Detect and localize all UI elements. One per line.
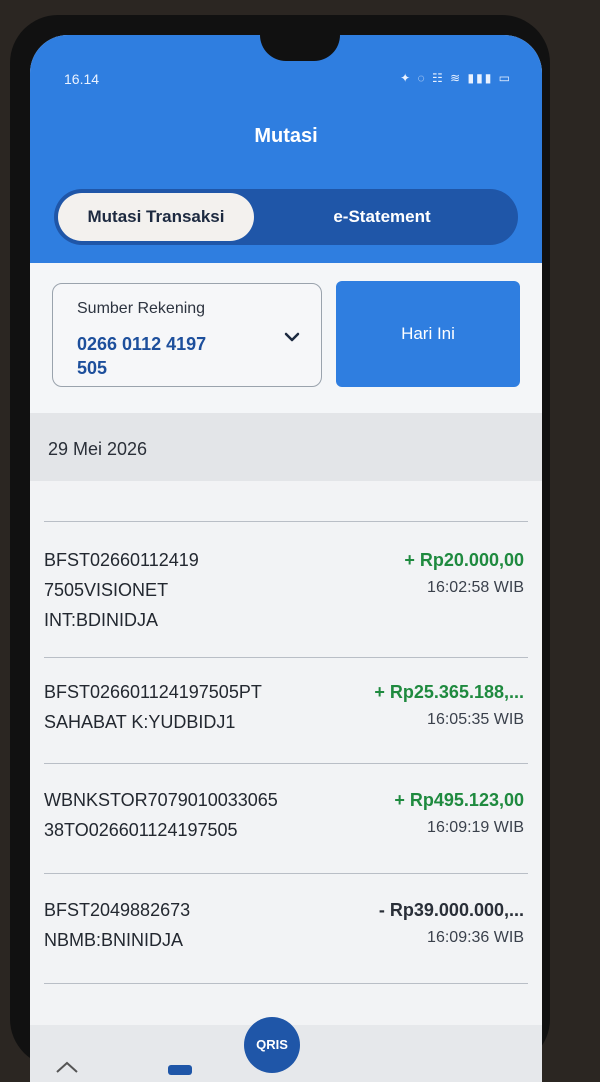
transaction-amount: + Rp495.123,00 [394, 790, 524, 810]
transaction-description: BFST02660112419 7505VISIONET INT:BDINIDJ… [44, 550, 199, 630]
app-screen: 16.14 ✦ ◌ ☷ ≋ ▮▮▮ ▭ Mutasi Mutasi Transa… [30, 35, 542, 1082]
transaction-time: 16:02:58 WIB [427, 579, 524, 596]
transaction-list: BFST02660112419 7505VISIONET INT:BDINIDJ… [30, 481, 542, 1041]
tab-mutasi-transaksi[interactable]: Mutasi Transaksi [58, 193, 254, 241]
divider [44, 657, 528, 658]
account-label: Sumber Rekening [77, 300, 206, 317]
transaction-description: BFST2049882673 NBMB:BNINIDJA [44, 900, 191, 950]
app-header: 16.14 ✦ ◌ ☷ ≋ ▮▮▮ ▭ Mutasi Mutasi Transa… [30, 35, 542, 263]
date-label: 29 Mei 2026 [48, 439, 148, 459]
phone-frame: 16.14 ✦ ◌ ☷ ≋ ▮▮▮ ▭ Mutasi Mutasi Transa… [10, 15, 550, 1082]
tab-e-statement[interactable]: e-Statement [282, 193, 482, 241]
date-header: 29 Mei 2026 [30, 413, 542, 481]
filter-section: Sumber Rekening 0266 0112 4197 505 Hari … [30, 263, 542, 413]
status-time: 16.14 [64, 71, 100, 87]
status-bar: 16.14 ✦ ◌ ☷ ≋ ▮▮▮ ▭ [64, 71, 512, 91]
qris-button[interactable]: QRIS [244, 1017, 300, 1073]
period-button[interactable]: Hari Ini [336, 281, 520, 387]
tab-switcher: Mutasi Transaksi e-Statement [54, 189, 518, 245]
home-icon[interactable] [54, 1059, 80, 1082]
account-number: 0266 0112 4197 505 [77, 334, 207, 378]
divider [44, 983, 528, 984]
transaction-time: 16:09:36 WIB [427, 929, 524, 946]
transaction-amount: + Rp25.365.188,... [374, 682, 524, 702]
transaction-amount: + Rp20.000,00 [404, 550, 524, 570]
chevron-down-icon [284, 332, 300, 342]
divider [44, 521, 528, 522]
transaction-time: 16:05:35 WIB [427, 711, 524, 728]
transaction-time: 16:09:19 WIB [427, 819, 524, 836]
transaction-amount: - Rp39.000.000,... [378, 900, 524, 920]
divider [44, 873, 528, 874]
status-indicators: ✦ ◌ ☷ ≋ ▮▮▮ ▭ [400, 71, 512, 85]
transaction-description: BFST026601124197505PT SAHABAT K:YUDBIDJ1 [44, 682, 262, 732]
divider [44, 763, 528, 764]
transaction-description: WBNKSTOR7079010033065 38TO02660112419750… [44, 790, 278, 840]
page-title: Mutasi [254, 125, 318, 147]
account-selector[interactable]: Sumber Rekening 0266 0112 4197 505 [52, 283, 322, 387]
